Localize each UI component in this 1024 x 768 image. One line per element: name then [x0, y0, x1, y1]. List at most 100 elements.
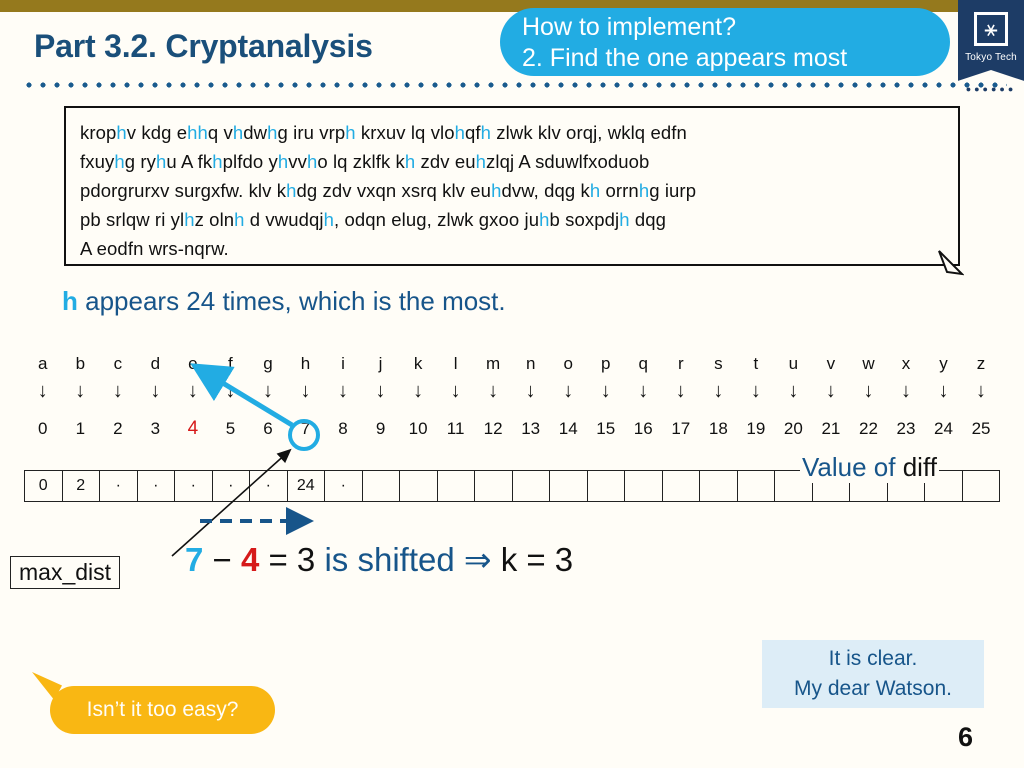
alphabet-letter: a	[38, 354, 48, 373]
cipher-line: pdorgrurxv surgxfw. klv khdg zdv vxqn xs…	[80, 176, 944, 205]
alphabet-column-j: j ↓ 9	[362, 354, 400, 440]
alphabet-column-x: x ↓ 23	[887, 354, 925, 440]
page-number: 6	[958, 722, 974, 752]
cipher-highlight-h: h	[212, 151, 223, 172]
diff-table-cell	[550, 471, 588, 501]
alphabet-index-number: 19	[746, 419, 766, 438]
alphabet-column-q: q ↓ 16	[625, 354, 663, 440]
tokyo-tech-emblem-icon: ⚹	[974, 12, 1008, 46]
alphabet-column-a: a ↓ 0	[24, 354, 62, 440]
cipher-highlight-h: h	[589, 180, 601, 201]
cipher-text-bubble: krophv kdg ehhq vhdwhg iru vrph krxuv lq…	[64, 106, 960, 266]
alphabet-column-y: y ↓ 24	[925, 354, 963, 440]
down-arrow-icon: ↓	[300, 380, 311, 402]
cipher-highlight-h: h	[234, 209, 245, 230]
down-arrow-icon: ↓	[788, 380, 799, 402]
cipher-highlight-h: h	[184, 209, 195, 230]
diff-table-cell: 24	[288, 471, 325, 501]
equation-operand-b: 4	[240, 541, 260, 578]
down-arrow-icon: ↓	[450, 380, 461, 402]
max-dist-label: max_dist	[10, 556, 121, 589]
alphabet-letter: o	[563, 354, 573, 373]
alphabet-letter: q	[638, 354, 648, 373]
dotted-divider	[22, 82, 1007, 88]
alphabet-column-u: u ↓ 20	[775, 354, 813, 440]
diff-table-cell	[963, 471, 1000, 501]
alphabet-column-p: p ↓ 15	[587, 354, 625, 440]
diff-table-cell: ·	[100, 471, 138, 501]
alphabet-index-number: 18	[708, 419, 728, 438]
alphabet-column-z: z ↓ 25	[962, 354, 1000, 440]
down-arrow-icon: ↓	[375, 380, 386, 402]
cipher-segment: , odqn elug, zlwk gxoo ju	[334, 209, 540, 230]
alphabet-letter: t	[753, 354, 759, 373]
alphabet-index-number: 23	[896, 419, 916, 438]
diff-table-cell	[400, 471, 438, 501]
alphabet-letter: k	[413, 354, 423, 373]
cipher-line: A eodfn wrs-nqrw.	[80, 234, 944, 263]
alphabet-column-b: b ↓ 1	[62, 354, 100, 440]
alphabet-column-v: v ↓ 21	[812, 354, 850, 440]
alphabet-letter: u	[788, 354, 799, 373]
watson-line-2: My dear Watson.	[794, 677, 952, 700]
diff-label-blue: Value of	[802, 452, 903, 482]
down-arrow-icon: ↓	[750, 380, 761, 402]
alphabet-letter: i	[341, 354, 345, 373]
cipher-line: fxuyhg ryhu A fkhplfdo yhvvho lq zklfk k…	[80, 147, 944, 176]
alphabet-index-number: 12	[483, 419, 503, 438]
diff-table-cell	[513, 471, 550, 501]
alphabet-column-g: g ↓ 6	[249, 354, 287, 440]
cipher-segment: krxuv lq vlo	[355, 122, 455, 143]
down-arrow-icon: ↓	[900, 380, 911, 402]
logo-label: Tokyo Tech	[965, 52, 1017, 63]
alphabet-letter: v	[826, 354, 836, 373]
down-arrow-icon: ↓	[37, 380, 48, 402]
diff-table-cell	[363, 471, 400, 501]
diff-table-cell: ·	[213, 471, 250, 501]
equation-result: k = 3	[500, 541, 574, 578]
diff-table-cell	[438, 471, 475, 501]
equation-implies-icon: ⇒	[463, 541, 501, 578]
cipher-segment: q v	[207, 122, 233, 143]
cipher-segment: zdv eu	[415, 151, 476, 172]
down-arrow-icon: ↓	[638, 380, 649, 402]
cipher-segment: g iru vrp	[277, 122, 346, 143]
alphabet-index-number: 15	[596, 419, 616, 438]
alphabet-index-number: 4	[187, 418, 199, 439]
cipher-bubble-tail-icon	[938, 250, 964, 276]
alphabet-column-e: e ↓ 4	[174, 354, 212, 440]
cipher-highlight-h: h	[155, 151, 167, 172]
alphabet-index-number: 25	[971, 419, 991, 438]
alphabet-column-n: n ↓ 13	[512, 354, 550, 440]
down-arrow-icon: ↓	[75, 380, 86, 402]
down-arrow-icon: ↓	[225, 380, 236, 402]
alphabet-column-m: m ↓ 12	[474, 354, 512, 440]
cipher-segment: fxuy	[80, 151, 115, 172]
alphabet-index-number: 6	[263, 419, 273, 438]
alphabet-letter: l	[453, 354, 458, 373]
down-arrow-icon: ↓	[863, 380, 874, 402]
alphabet-column-t: t ↓ 19	[737, 354, 775, 440]
alphabet-letter: w	[862, 354, 875, 373]
cipher-segment: vv	[288, 151, 307, 172]
alphabet-column-c: c ↓ 2	[99, 354, 137, 440]
diff-table-cell	[663, 471, 700, 501]
alphabet-letter: s	[714, 354, 723, 373]
alphabet-index-number: 10	[408, 419, 428, 438]
cipher-highlight-h: hh	[187, 122, 208, 143]
down-arrow-icon: ↓	[825, 380, 836, 402]
cipher-highlight-h: h	[475, 151, 487, 172]
equation-operand-a: 7	[185, 541, 204, 578]
cipher-line: krophv kdg ehhq vhdwhg iru vrph krxuv lq…	[80, 118, 944, 147]
alphabet-index-number: 16	[633, 419, 653, 438]
diff-table-cell	[625, 471, 663, 501]
alphabet-column-o: o ↓ 14	[549, 354, 587, 440]
cipher-segment: dqg	[629, 209, 667, 230]
cipher-segment: orrn	[600, 180, 639, 201]
cipher-highlight-h: h	[454, 122, 466, 143]
cipher-segment: b soxpdj	[549, 209, 620, 230]
cipher-segment: zlqj A sduwlfxoduob	[486, 151, 650, 172]
alphabet-letter: z	[976, 354, 986, 373]
cipher-highlight-h: h	[286, 180, 297, 201]
alphabet-index-number: 20	[783, 419, 803, 438]
